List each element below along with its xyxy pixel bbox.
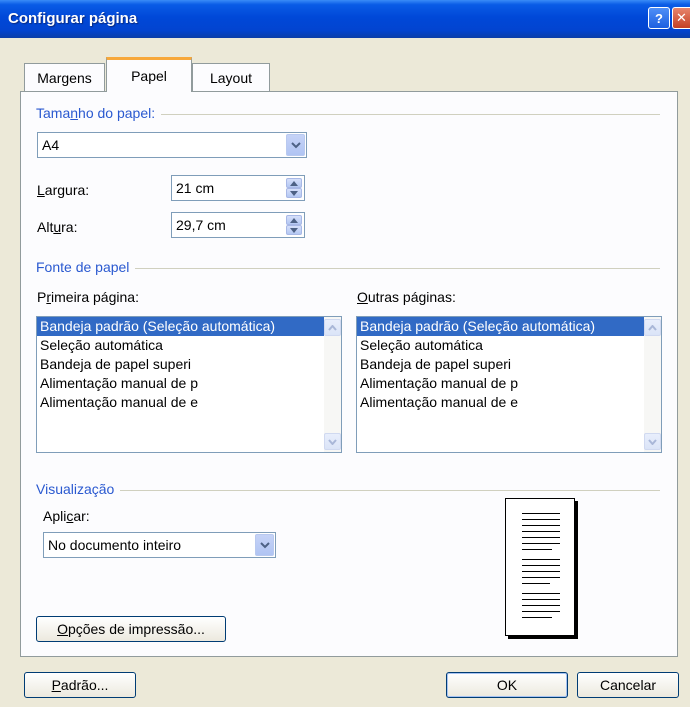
- default-button[interactable]: Padrão...: [24, 672, 136, 698]
- spin-up-icon[interactable]: [286, 215, 302, 225]
- tab-label: Margens: [37, 69, 92, 86]
- scroll-down-icon[interactable]: [324, 433, 341, 450]
- scroll-down-icon[interactable]: [644, 433, 661, 450]
- group-divider: [40, 490, 660, 491]
- paper-size-select[interactable]: A4: [37, 132, 307, 158]
- tab-papel[interactable]: Papel: [106, 57, 192, 92]
- paper-size-group-label: Tamanho do papel:: [36, 105, 162, 121]
- window-title: Configurar página: [8, 10, 138, 27]
- apply-value: No documento inteiro: [48, 537, 182, 553]
- height-spinner[interactable]: 29,7 cm: [171, 212, 305, 238]
- tab-margens[interactable]: Margens: [24, 63, 105, 91]
- chevron-down-icon[interactable]: [255, 534, 274, 556]
- preview-group-label: Visualização: [36, 481, 121, 497]
- first-page-label: Primeira página:: [37, 289, 139, 305]
- paper-size-value: A4: [42, 137, 60, 153]
- width-value: 21 cm: [176, 180, 215, 196]
- scroll-up-icon[interactable]: [644, 319, 661, 336]
- page-preview: [505, 498, 575, 636]
- help-button[interactable]: ?: [648, 7, 670, 29]
- scrollbar[interactable]: [324, 317, 341, 452]
- list-item[interactable]: Alimentação manual de p: [37, 374, 341, 393]
- list-item[interactable]: Bandeja padrão (Seleção automática): [357, 317, 661, 336]
- close-icon: ✕: [676, 10, 687, 25]
- cancel-button[interactable]: Cancelar: [577, 672, 679, 698]
- spin-up-icon[interactable]: [286, 178, 302, 188]
- apply-label: Aplicar:: [43, 508, 90, 524]
- scrollbar[interactable]: [644, 317, 661, 452]
- help-icon: ?: [655, 10, 663, 26]
- title-bar: Configurar página ? ✕: [0, 0, 690, 38]
- width-label: Largura:: [37, 182, 90, 198]
- list-item[interactable]: Bandeja de papel superi: [357, 355, 661, 374]
- other-pages-label: Outras páginas:: [357, 289, 456, 305]
- list-item[interactable]: Bandeja de papel superi: [37, 355, 341, 374]
- list-item[interactable]: Alimentação manual de e: [357, 393, 661, 412]
- list-item[interactable]: Alimentação manual de p: [357, 374, 661, 393]
- tab-label: Papel: [131, 68, 167, 84]
- scroll-up-icon[interactable]: [324, 319, 341, 336]
- tab-layout[interactable]: Layout: [192, 63, 270, 91]
- height-value: 29,7 cm: [176, 217, 226, 233]
- first-page-listbox[interactable]: Bandeja padrão (Seleção automática) Sele…: [36, 316, 342, 453]
- other-pages-listbox[interactable]: Bandeja padrão (Seleção automática) Sele…: [356, 316, 662, 453]
- chevron-down-icon[interactable]: [286, 134, 305, 156]
- list-item[interactable]: Alimentação manual de e: [37, 393, 341, 412]
- close-button[interactable]: ✕: [672, 7, 690, 29]
- apply-select[interactable]: No documento inteiro: [43, 532, 276, 558]
- list-item[interactable]: Bandeja padrão (Seleção automática): [37, 317, 341, 336]
- list-item[interactable]: Seleção automática: [357, 336, 661, 355]
- width-spinner[interactable]: 21 cm: [171, 175, 305, 201]
- print-options-button[interactable]: Opções de impressão...: [36, 616, 226, 642]
- list-item[interactable]: Seleção automática: [37, 336, 341, 355]
- paper-source-group-label: Fonte de papel: [36, 259, 136, 275]
- ok-button[interactable]: OK: [446, 672, 568, 698]
- height-label: Altura:: [37, 219, 78, 235]
- tab-label: Layout: [209, 69, 253, 86]
- spin-down-icon[interactable]: [286, 225, 302, 235]
- spin-down-icon[interactable]: [286, 188, 302, 198]
